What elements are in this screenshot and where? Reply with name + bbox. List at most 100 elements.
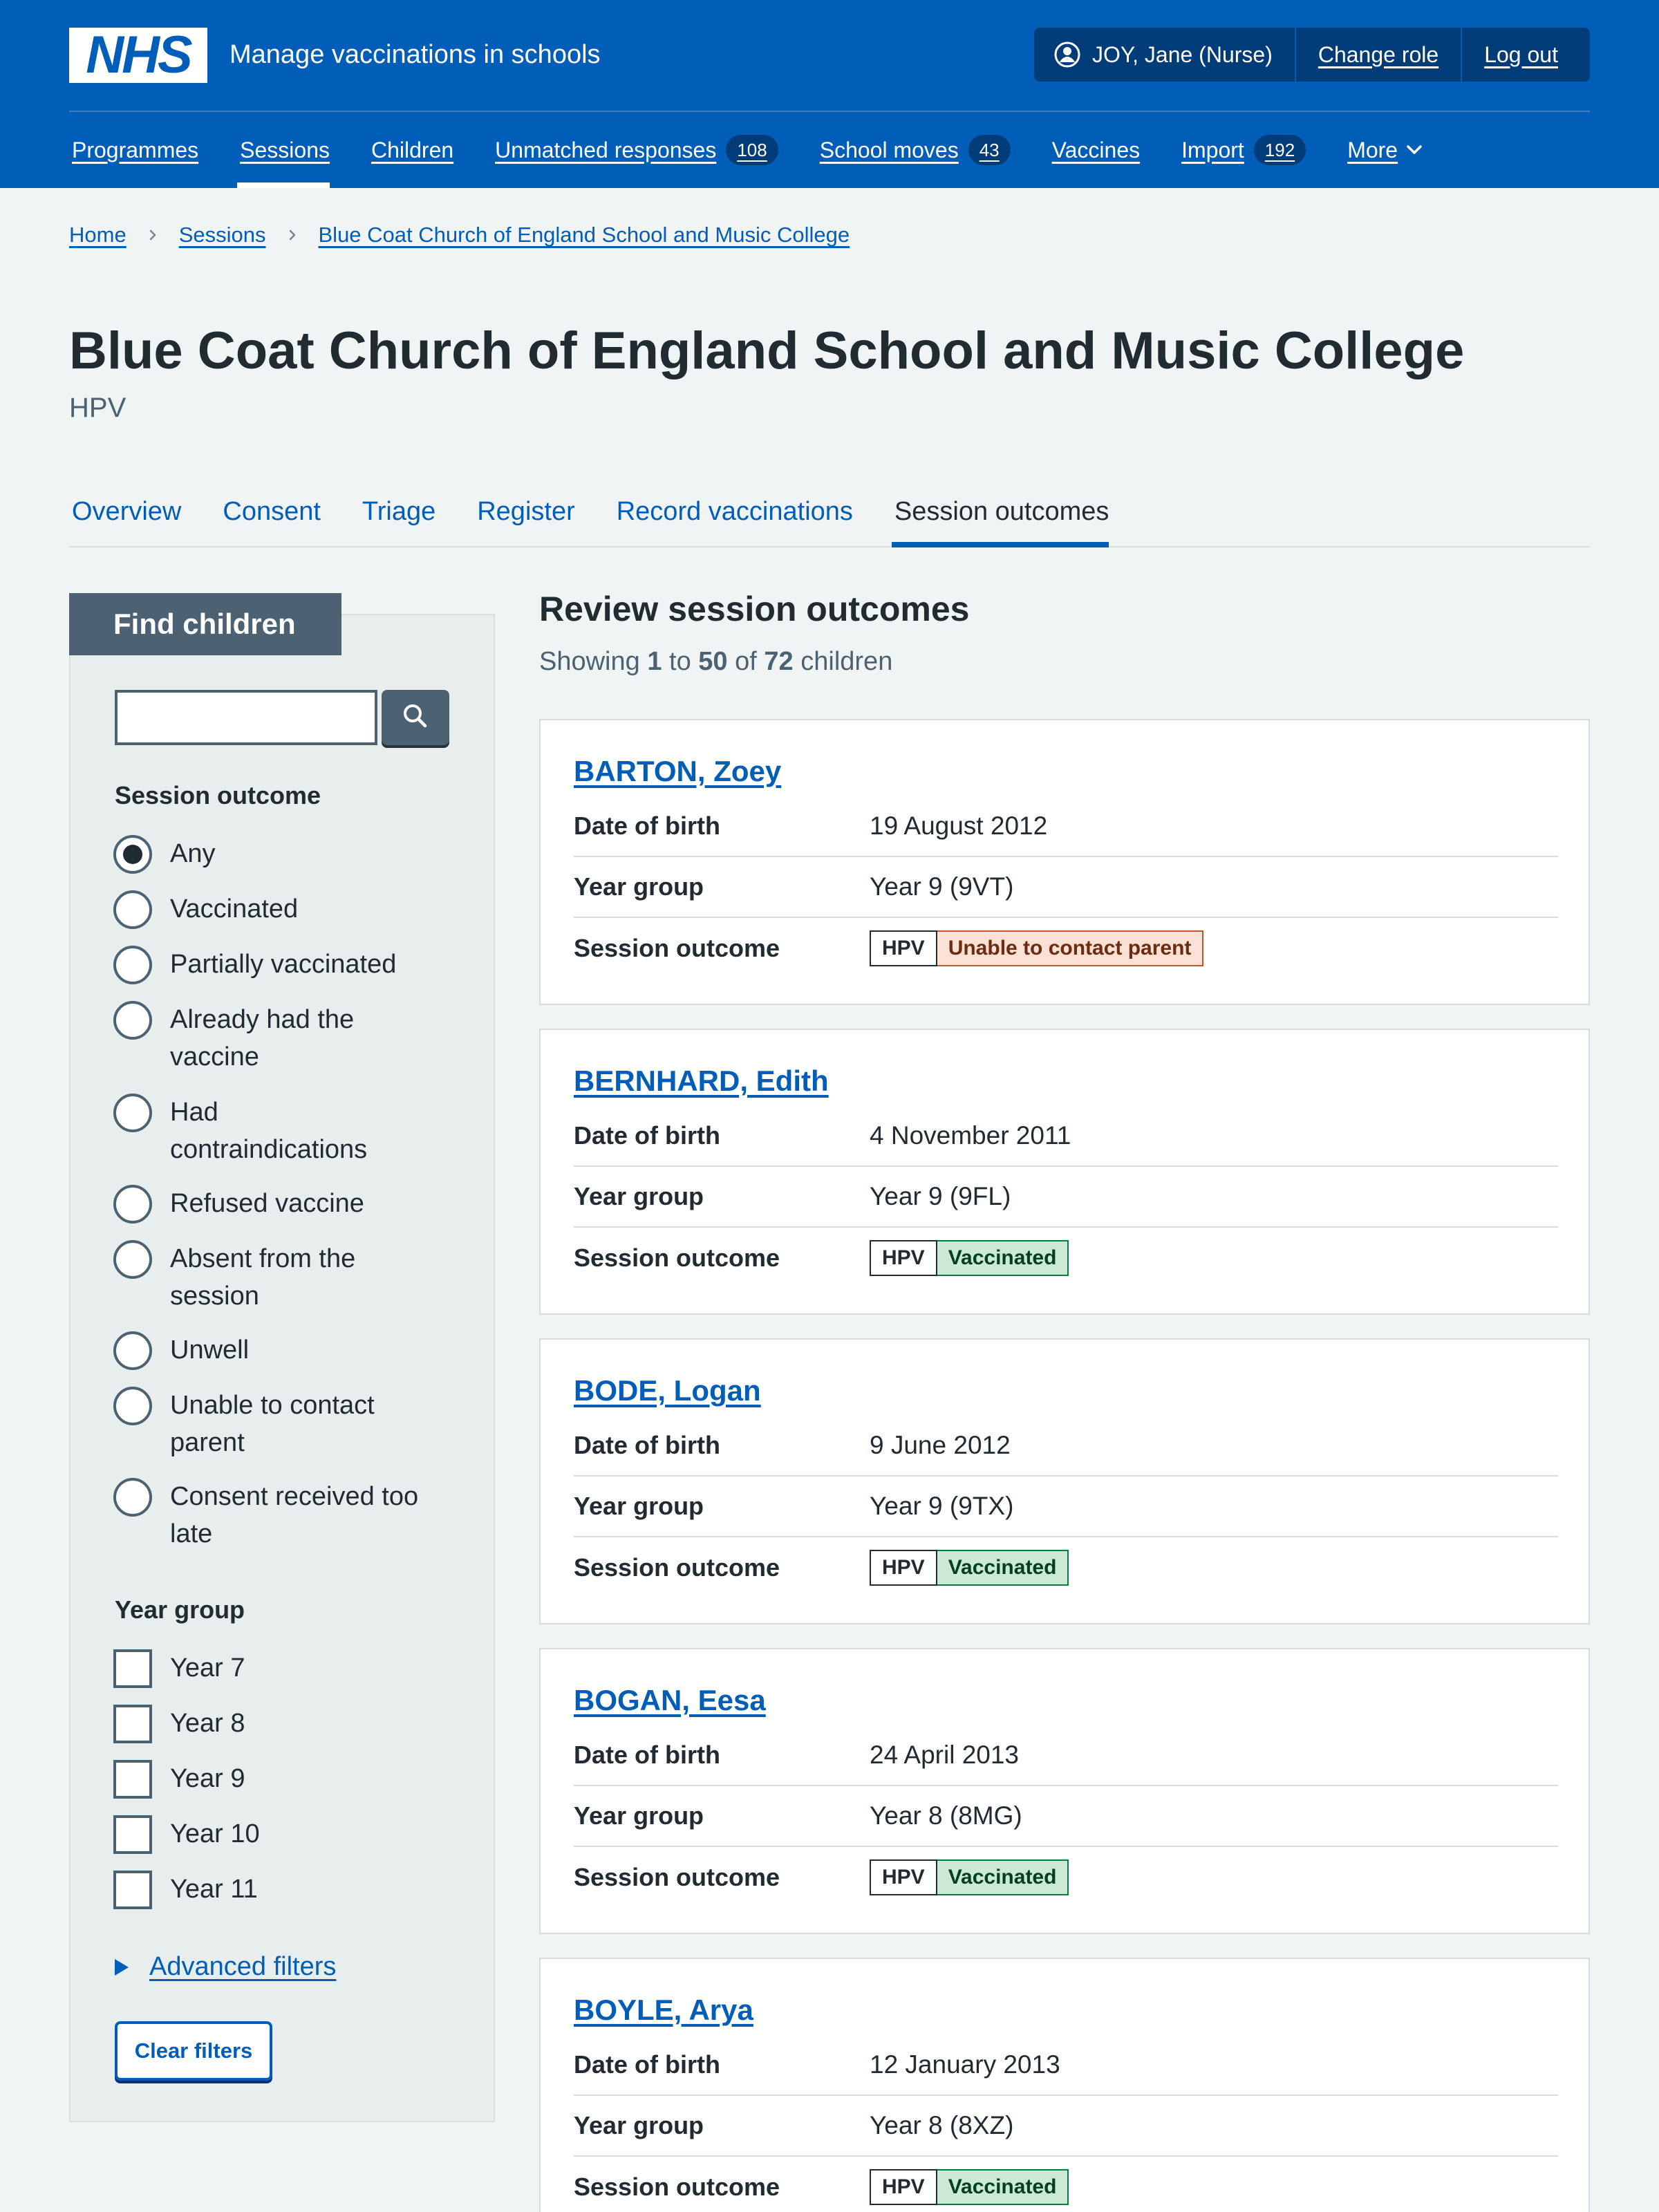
year-group-value: Year 9 (9TX) [870, 1492, 1014, 1520]
outcome-option-unwell[interactable]: Unwell [113, 1331, 453, 1370]
status-badge: Vaccinated [937, 1550, 1069, 1586]
outcome-option-partially-vaccinated[interactable]: Partially vaccinated [113, 946, 453, 984]
session-outcome-label: Session outcome [574, 934, 780, 962]
tab-triage[interactable]: Triage [359, 477, 435, 546]
nav-programmes[interactable]: Programmes [69, 112, 198, 188]
radio-button[interactable] [113, 1001, 152, 1040]
year-group-label: Year group [574, 872, 704, 901]
year-group-row: Year group Year 8 (8XZ) [574, 2096, 1558, 2157]
import-count: 192 [1253, 135, 1306, 165]
outcome-option-absent[interactable]: Absent from the session [113, 1240, 398, 1315]
year-group-value: Year 9 (9VT) [870, 872, 1014, 901]
nav-unmatched-responses[interactable]: Unmatched responses 108 [492, 112, 778, 188]
child-card: BERNHARD, Edith Date of birth 4 November… [539, 1029, 1590, 1315]
account-user: JOY, Jane (Nurse) [1034, 28, 1295, 82]
year-group-value: Year 9 (9FL) [870, 1182, 1011, 1210]
outcome-option-already-had[interactable]: Already had the vaccine [113, 1001, 398, 1076]
search-button[interactable] [382, 690, 449, 745]
service-name[interactable]: Manage vaccinations in schools [229, 37, 601, 72]
nav-import[interactable]: Import 192 [1179, 112, 1306, 188]
clear-filters-button[interactable]: Clear filters [115, 2021, 272, 2081]
checkbox[interactable] [113, 1760, 152, 1799]
dob-label: Date of birth [574, 1431, 720, 1459]
dob-value: 12 January 2013 [870, 2050, 1060, 2079]
programme-tag: HPV [870, 2169, 937, 2205]
child-name-link[interactable]: BERNHARD, Edith [574, 1065, 829, 1098]
nav-children[interactable]: Children [368, 112, 453, 188]
outcome-option-unable-to-contact[interactable]: Unable to contact parent [113, 1387, 398, 1461]
year-option-10[interactable]: Year 10 [113, 1815, 453, 1854]
change-role-link[interactable]: Change role [1294, 28, 1461, 82]
outcome-option-consent-too-late[interactable]: Consent received too late [113, 1478, 453, 1553]
search-icon [401, 702, 430, 734]
checkbox[interactable] [113, 1649, 152, 1688]
outcome-option-refused[interactable]: Refused vaccine [113, 1185, 453, 1224]
radio-button[interactable] [113, 1185, 152, 1224]
status-badge: Vaccinated [937, 1240, 1069, 1276]
session-outcome-row: Session outcome HPV Vaccinated [574, 1228, 1558, 1288]
programme-caption: HPV [69, 393, 126, 423]
advanced-filters-toggle[interactable]: Advanced filters [115, 1952, 336, 1982]
radio-button[interactable] [113, 1240, 152, 1279]
radio-button[interactable] [113, 1478, 152, 1517]
child-name-link[interactable]: BODE, Logan [574, 1374, 761, 1407]
child-card: BOYLE, Arya Date of birth 12 January 201… [539, 1958, 1590, 2212]
child-name-link[interactable]: BOGAN, Eesa [574, 1684, 766, 1717]
nav-school-moves[interactable]: School moves 43 [817, 112, 1011, 188]
year-group-label: Year group [574, 1182, 704, 1210]
nav-vaccines[interactable]: Vaccines [1049, 112, 1140, 188]
year-option-7[interactable]: Year 7 [113, 1649, 453, 1688]
nav-more[interactable]: More [1344, 112, 1424, 188]
dob-row: Date of birth 24 April 2013 [574, 1725, 1558, 1786]
outcome-option-any[interactable]: Any [113, 835, 453, 874]
checkbox[interactable] [113, 1705, 152, 1743]
results-count: Showing 1 to 50 of 72 children [539, 647, 893, 676]
page-title: Blue Coat Church of England School and M… [69, 321, 1465, 380]
outcome-option-contraindications[interactable]: Had contraindications [113, 1094, 398, 1168]
radio-button[interactable] [113, 1094, 152, 1132]
user-icon [1053, 41, 1081, 68]
tab-overview[interactable]: Overview [69, 477, 181, 546]
child-name-link[interactable]: BARTON, Zoey [574, 755, 781, 788]
year-group-label: Year group [574, 1492, 704, 1520]
checkbox[interactable] [113, 1815, 152, 1854]
radio-button[interactable] [113, 1331, 152, 1370]
dob-row: Date of birth 9 June 2012 [574, 1416, 1558, 1477]
log-out-link[interactable]: Log out [1461, 28, 1580, 82]
year-group-value: Year 8 (8XZ) [870, 2111, 1014, 2139]
checkbox[interactable] [113, 1871, 152, 1909]
search-input[interactable] [115, 690, 377, 745]
account-bar: JOY, Jane (Nurse) Change role Log out [1034, 28, 1590, 82]
chevron-down-icon [1405, 140, 1424, 160]
dob-label: Date of birth [574, 2050, 720, 2079]
radio-button[interactable] [113, 890, 152, 929]
nhs-logo[interactable]: NHS [69, 28, 207, 83]
breadcrumb-sessions[interactable]: Sessions [179, 223, 266, 247]
tab-session-outcomes[interactable]: Session outcomes [891, 477, 1109, 547]
outcome-option-vaccinated[interactable]: Vaccinated [113, 890, 453, 929]
radio-button[interactable] [113, 835, 152, 874]
programme-tag: HPV [870, 1550, 937, 1586]
dob-value: 4 November 2011 [870, 1121, 1071, 1150]
tab-record-vaccinations[interactable]: Record vaccinations [614, 477, 853, 546]
programme-tag: HPV [870, 1859, 937, 1895]
year-group-row: Year group Year 9 (9VT) [574, 857, 1558, 918]
year-option-8[interactable]: Year 8 [113, 1705, 453, 1743]
radio-button[interactable] [113, 1387, 152, 1425]
session-outcome-label: Session outcome [574, 1553, 780, 1582]
nav-sessions[interactable]: Sessions [237, 112, 330, 188]
chevron-right-icon [284, 227, 301, 243]
breadcrumb-home[interactable]: Home [69, 223, 126, 247]
site-header: NHS Manage vaccinations in schools JOY, … [0, 0, 1659, 188]
tab-register[interactable]: Register [474, 477, 575, 546]
status-badge: Vaccinated [937, 1859, 1069, 1895]
child-card: BARTON, Zoey Date of birth 19 August 201… [539, 719, 1590, 1005]
year-option-11[interactable]: Year 11 [113, 1871, 453, 1909]
breadcrumb-school[interactable]: Blue Coat Church of England School and M… [319, 223, 850, 247]
year-option-9[interactable]: Year 9 [113, 1760, 453, 1799]
child-name-link[interactable]: BOYLE, Arya [574, 1994, 753, 2027]
tab-consent[interactable]: Consent [220, 477, 321, 546]
unmatched-responses-count: 108 [726, 135, 778, 165]
radio-button[interactable] [113, 946, 152, 984]
year-group-label: Year group [574, 1801, 704, 1830]
